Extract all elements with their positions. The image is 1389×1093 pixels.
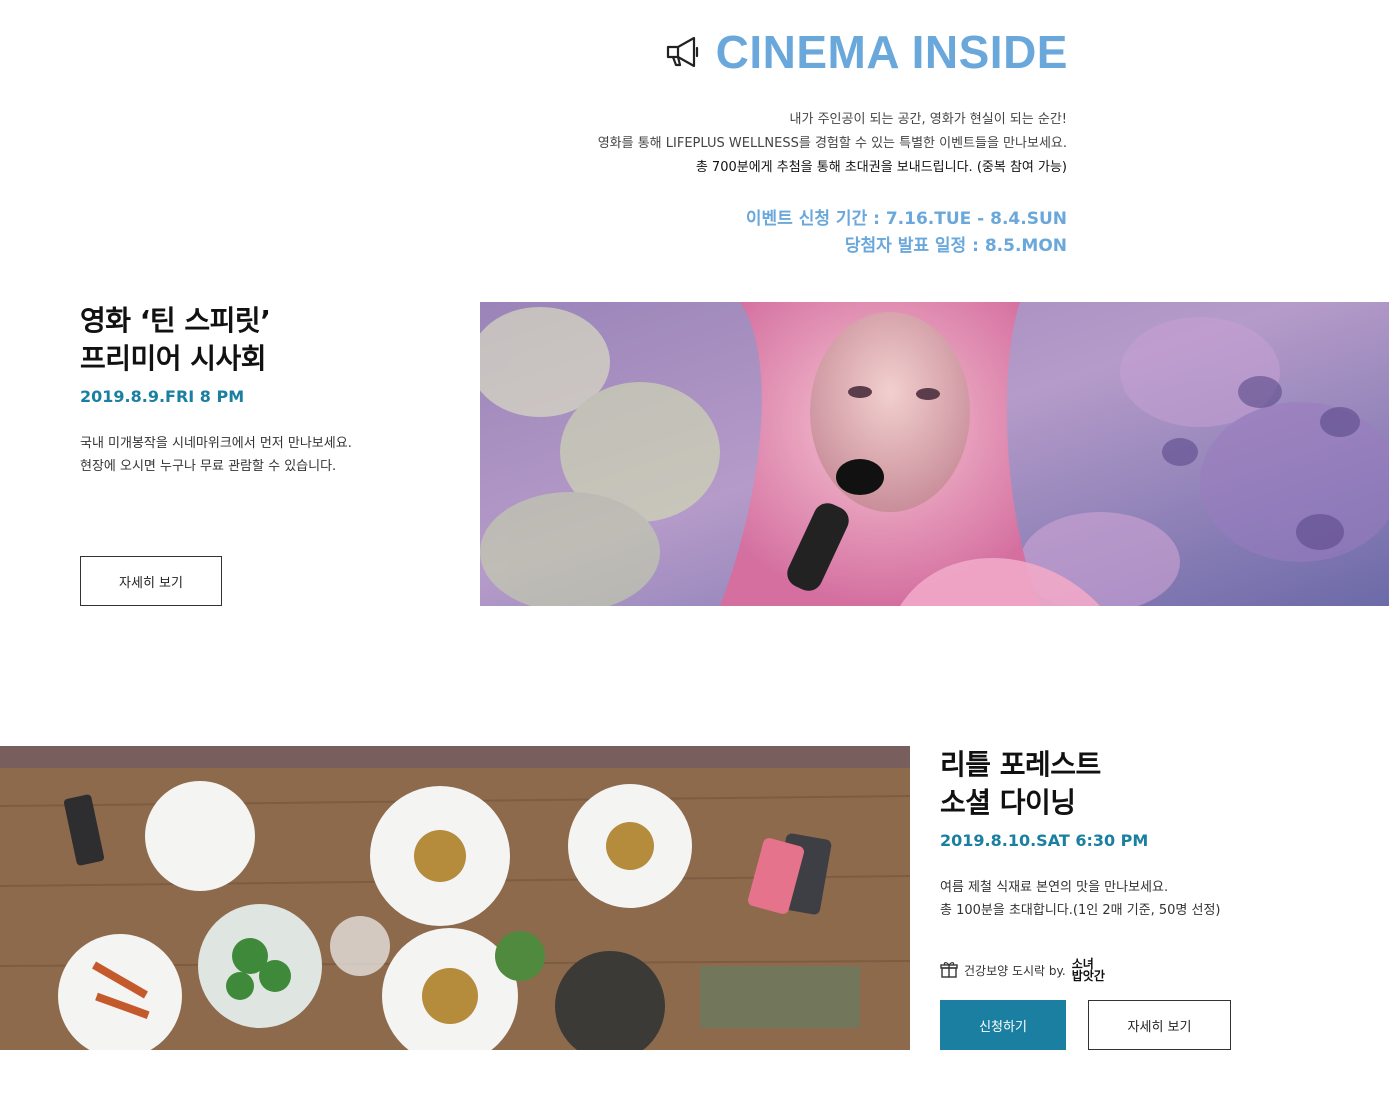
section-header: CINEMA INSIDE xyxy=(640,22,1068,82)
intro-line: 내가 주인공이 되는 공간, 영화가 현실이 되는 순간! xyxy=(789,112,1067,127)
event2-title-line: 리틀 포레스트 xyxy=(940,748,1101,781)
event2-photo xyxy=(0,746,910,1050)
event1-title: 영화 ‘틴 스피릿’ 프리미어 시사회 xyxy=(80,302,271,378)
event1-title-line: 프리미어 시사회 xyxy=(80,342,267,375)
gift-text: 건강보양 도시락 by. xyxy=(964,963,1066,978)
megaphone-icon xyxy=(666,36,698,68)
event1-desc-line: 국내 미개봉작을 시네마위크에서 먼저 만나보세요. xyxy=(80,436,352,451)
event2-title-line: 소셜 다이닝 xyxy=(940,786,1076,819)
gift-info: 건강보양 도시락 by. 소녀 밥앗간 xyxy=(940,955,1105,985)
intro-line: 총 700분에게 추첨을 통해 초대권을 보내드립니다. (중복 참여 가능) xyxy=(695,160,1067,175)
event2-description: 여름 제철 식재료 본연의 맛을 만나보세요. 총 100분을 초대합니다.(1… xyxy=(940,876,1221,922)
event2-desc-line: 여름 제철 식재료 본연의 맛을 만나보세요. xyxy=(940,880,1169,895)
brand-logo: 소녀 밥앗간 xyxy=(1072,958,1105,982)
announce-date: 당첨자 발표 일정 : 8.5.MON xyxy=(844,236,1067,256)
page-title: CINEMA INSIDE xyxy=(715,26,1068,78)
event1-photo xyxy=(480,302,1389,606)
event1-details-button[interactable]: 자세히 보기 xyxy=(80,556,222,606)
dining-table-image xyxy=(0,746,910,1050)
event2-title: 리틀 포레스트 소셜 다이닝 xyxy=(940,746,1101,822)
intro-line: 영화를 통해 LIFEPLUS WELLNESS를 경험할 수 있는 특별한 이… xyxy=(597,136,1067,151)
brand-logo-line: 밥앗간 xyxy=(1071,969,1105,983)
singer-image xyxy=(480,302,1389,606)
event2-apply-button[interactable]: 신청하기 xyxy=(940,1000,1066,1050)
event2-details-button[interactable]: 자세히 보기 xyxy=(1088,1000,1231,1050)
gift-icon xyxy=(940,962,958,978)
event1-desc-line: 현장에 오시면 누구나 무료 관람할 수 있습니다. xyxy=(80,459,337,474)
event2-desc-line: 총 100분을 초대합니다.(1인 2매 기준, 50명 선정) xyxy=(940,903,1221,918)
event1-title-line: 영화 ‘틴 스피릿’ xyxy=(80,304,271,337)
event-schedule: 이벤트 신청 기간 : 7.16.TUE - 8.4.SUN 당첨자 발표 일정… xyxy=(567,206,1067,260)
event1-date: 2019.8.9.FRI 8 PM xyxy=(80,387,245,406)
intro-text: 내가 주인공이 되는 공간, 영화가 현실이 되는 순간! 영화를 통해 LIF… xyxy=(507,108,1067,180)
event1-description: 국내 미개봉작을 시네마위크에서 먼저 만나보세요. 현장에 오시면 누구나 무… xyxy=(80,432,352,478)
event2-date: 2019.8.10.SAT 6:30 PM xyxy=(940,831,1149,850)
apply-period: 이벤트 신청 기간 : 7.16.TUE - 8.4.SUN xyxy=(745,209,1067,229)
